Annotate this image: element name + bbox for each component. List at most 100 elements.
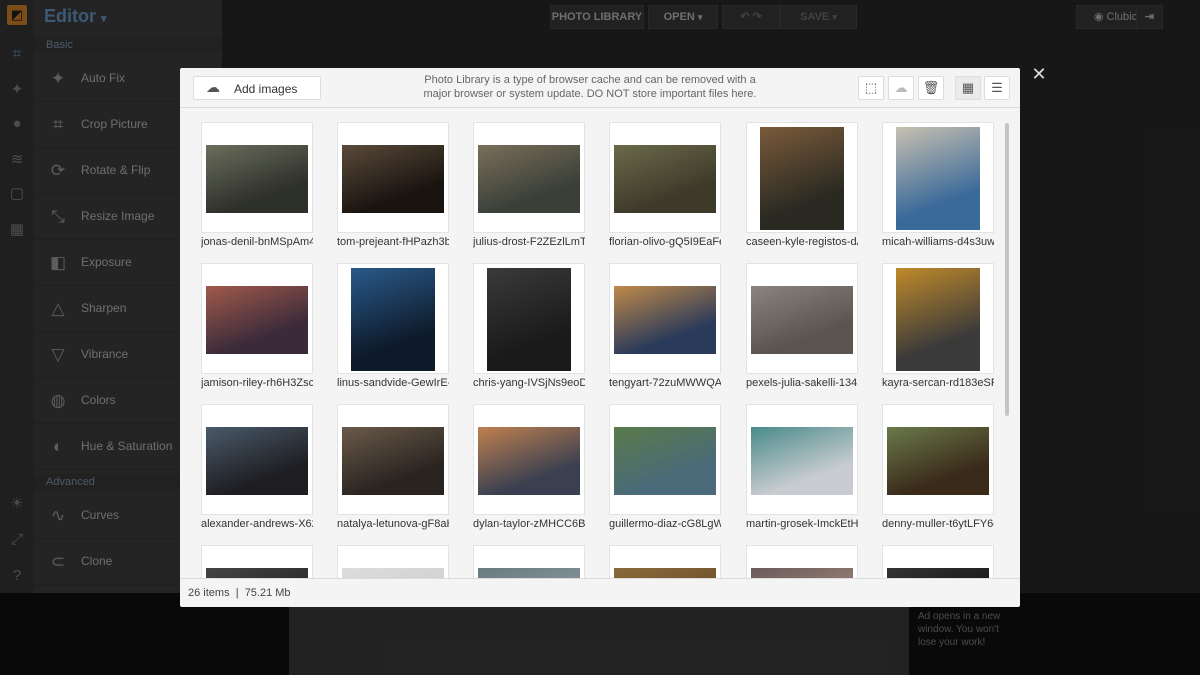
photo-preview <box>478 568 580 578</box>
photo-preview <box>614 427 716 495</box>
image-filename: denny-muller-t6ytLFY6c <box>882 518 994 530</box>
close-icon[interactable]: ✕ <box>1029 64 1049 84</box>
image-thumbnail[interactable] <box>746 263 858 374</box>
image-card[interactable] <box>609 545 721 578</box>
add-images-label: Add images <box>234 82 298 96</box>
image-thumbnail[interactable] <box>201 545 313 578</box>
image-card[interactable] <box>201 545 313 578</box>
image-card[interactable]: pexels-julia-sakelli-1342 <box>746 263 858 389</box>
image-thumbnail[interactable] <box>473 263 585 374</box>
image-thumbnail[interactable] <box>882 404 994 515</box>
image-thumbnail[interactable] <box>882 122 994 233</box>
image-card[interactable]: jonas-denil-bnMSpAm4J <box>201 122 313 248</box>
modal-header: ☁ Add images Photo Library is a type of … <box>180 68 1020 108</box>
image-card[interactable]: julius-drost-F2ZEzlLmTk <box>473 122 585 248</box>
photo-preview <box>751 286 853 354</box>
image-thumbnail[interactable] <box>473 404 585 515</box>
image-card[interactable] <box>337 545 449 578</box>
photo-library-modal: ☁ Add images Photo Library is a type of … <box>180 68 1020 607</box>
grid-scrollbar[interactable] <box>1005 123 1009 416</box>
photo-preview <box>751 568 853 578</box>
image-filename: linus-sandvide-GewIrE-r <box>337 377 449 389</box>
image-thumbnail[interactable] <box>746 122 858 233</box>
photo-preview <box>342 145 444 213</box>
image-thumbnail[interactable] <box>201 404 313 515</box>
image-card[interactable]: dylan-taylor-zMHCC6BQ <box>473 404 585 530</box>
image-thumbnail[interactable] <box>609 263 721 374</box>
photo-preview <box>342 568 444 578</box>
image-card[interactable]: linus-sandvide-GewIrE-r <box>337 263 449 389</box>
cache-notice: Photo Library is a type of browser cache… <box>423 74 757 100</box>
image-thumbnail[interactable] <box>609 122 721 233</box>
image-filename: martin-grosek-ImckEtHC <box>746 518 858 530</box>
photo-preview <box>478 145 580 213</box>
photo-preview <box>614 145 716 213</box>
grid-view-icon[interactable]: ▦ <box>955 76 981 100</box>
modal-footer: 26 items | 75.21 Mb <box>180 578 1020 607</box>
photo-preview <box>887 427 989 495</box>
image-card[interactable]: alexander-andrews-X62 <box>201 404 313 530</box>
image-thumbnail[interactable] <box>337 122 449 233</box>
image-card[interactable]: florian-olivo-gQ5I9EaFel <box>609 122 721 248</box>
photo-preview <box>206 286 308 354</box>
image-filename: julius-drost-F2ZEzlLmTk <box>473 236 585 248</box>
photo-preview <box>206 145 308 213</box>
photo-preview <box>760 127 844 230</box>
image-filename: pexels-julia-sakelli-1342 <box>746 377 858 389</box>
photo-preview <box>751 427 853 495</box>
trash-icon[interactable]: 🗑 <box>918 76 944 100</box>
list-view-icon[interactable]: ☰ <box>984 76 1010 100</box>
image-card[interactable]: natalya-letunova-gF8aH <box>337 404 449 530</box>
image-card[interactable]: martin-grosek-ImckEtHC <box>746 404 858 530</box>
image-card[interactable]: caseen-kyle-registos-dA <box>746 122 858 248</box>
image-thumbnail[interactable] <box>473 545 585 578</box>
image-filename: jonas-denil-bnMSpAm4J <box>201 236 313 248</box>
item-count: 26 items <box>188 587 230 599</box>
image-filename: tom-prejeant-fHPazh3bZ <box>337 236 449 248</box>
image-grid: jonas-denil-bnMSpAm4J tom-prejeant-fHPazh… <box>180 109 1004 578</box>
image-card[interactable]: guillermo-diaz-cG8LgWe <box>609 404 721 530</box>
image-filename: micah-williams-d4s3uwB <box>882 236 994 248</box>
image-thumbnail[interactable] <box>882 545 994 578</box>
image-filename: kayra-sercan-rd183eSRV <box>882 377 994 389</box>
image-card[interactable]: micah-williams-d4s3uwB <box>882 122 994 248</box>
photo-preview <box>614 286 716 354</box>
image-filename: guillermo-diaz-cG8LgWe <box>609 518 721 530</box>
photo-preview <box>342 427 444 495</box>
photo-preview <box>614 568 716 578</box>
image-thumbnail[interactable] <box>201 263 313 374</box>
image-card[interactable] <box>473 545 585 578</box>
image-thumbnail[interactable] <box>337 404 449 515</box>
image-card[interactable]: tom-prejeant-fHPazh3bZ <box>337 122 449 248</box>
image-thumbnail[interactable] <box>609 404 721 515</box>
image-thumbnail[interactable] <box>473 122 585 233</box>
image-card[interactable] <box>882 545 994 578</box>
select-all-icon[interactable]: ⬚ <box>858 76 884 100</box>
photo-preview <box>206 427 308 495</box>
add-images-button[interactable]: ☁ Add images <box>193 76 321 100</box>
image-thumbnail[interactable] <box>746 404 858 515</box>
photo-preview <box>478 427 580 495</box>
photo-preview <box>351 268 435 371</box>
image-filename: dylan-taylor-zMHCC6BQ <box>473 518 585 530</box>
image-thumbnail[interactable] <box>882 263 994 374</box>
image-card[interactable] <box>746 545 858 578</box>
image-filename: tengyart-72zuMWWQAo <box>609 377 721 389</box>
cloud-upload-icon[interactable]: ☁ <box>888 76 914 100</box>
photo-preview <box>487 268 571 371</box>
image-filename: natalya-letunova-gF8aH <box>337 518 449 530</box>
total-size: 75.21 Mb <box>244 587 291 599</box>
image-thumbnail[interactable] <box>201 122 313 233</box>
image-card[interactable]: chris-yang-IVSjNs9eoD8 <box>473 263 585 389</box>
image-thumbnail[interactable] <box>337 545 449 578</box>
image-card[interactable]: jamison-riley-rh6H3Zsc <box>201 263 313 389</box>
photo-preview <box>896 268 980 371</box>
image-thumbnail[interactable] <box>337 263 449 374</box>
image-card[interactable]: tengyart-72zuMWWQAo <box>609 263 721 389</box>
footer-separator: | <box>235 587 239 599</box>
image-card[interactable]: kayra-sercan-rd183eSRV <box>882 263 994 389</box>
image-card[interactable]: denny-muller-t6ytLFY6c <box>882 404 994 530</box>
image-thumbnail[interactable] <box>746 545 858 578</box>
footer-info: 26 items | 75.21 Mb <box>188 587 291 599</box>
image-thumbnail[interactable] <box>609 545 721 578</box>
